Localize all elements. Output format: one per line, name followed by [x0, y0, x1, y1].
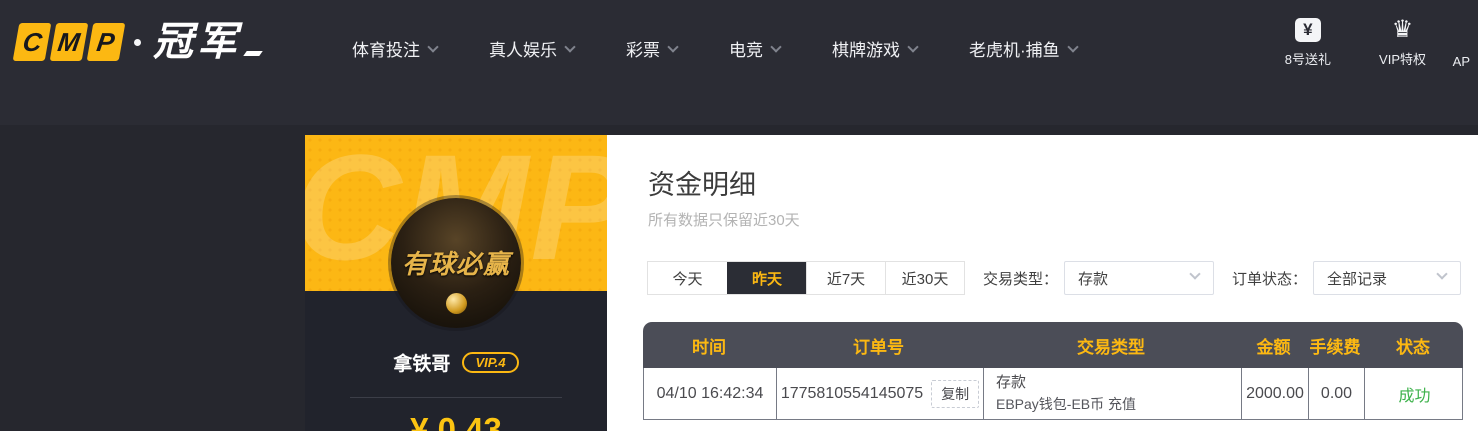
col-amount: 金额	[1256, 337, 1291, 357]
top-nav-bar: C M P 冠军 体育投注 真人娱乐 彩票 电竞 棋牌游戏 老虎机·捕鱼 ¥ 8…	[0, 0, 1478, 125]
logo-speed-mark	[243, 50, 263, 56]
chevron-down-icon	[427, 40, 439, 53]
order-status-label: 订单状态：	[1232, 270, 1308, 288]
col-order-no: 订单号	[853, 337, 904, 357]
nav-item-sports[interactable]: 体育投注	[352, 36, 439, 61]
transaction-type-label: 交易类型：	[983, 270, 1059, 288]
golden-ball-icon	[446, 293, 467, 314]
logo-tile: C	[12, 23, 52, 61]
logo-dot	[134, 38, 141, 46]
tab-last7days[interactable]: 近7天	[806, 262, 885, 294]
chevron-down-icon	[1189, 268, 1201, 280]
transactions-table: 时间 订单号 交易类型 金额 手续费 状态 04/10 16:42:34 177…	[643, 322, 1463, 420]
app-link-clipped[interactable]: AP	[1453, 54, 1470, 69]
page-title: 资金明细	[648, 170, 756, 200]
chevron-down-icon	[667, 40, 679, 53]
page-subtitle: 所有数据只保留近30天	[648, 212, 800, 229]
order-status-select[interactable]: 全部记录	[1313, 261, 1462, 295]
col-type: 交易类型	[1077, 337, 1145, 357]
col-time: 时间	[692, 337, 726, 357]
gift-day8-link[interactable]: ¥ 8号送礼	[1285, 18, 1331, 68]
vip-level-badge: VIP.4	[462, 352, 519, 373]
content-panel: 资金明细 所有数据只保留近30天 今天 昨天 近7天 近30天 交易类型： 存款…	[607, 135, 1478, 431]
nav-item-board-games[interactable]: 棋牌游戏	[832, 36, 919, 61]
chevron-down-icon	[770, 40, 782, 53]
cell-order-no: 1775810554145075 复制	[776, 368, 983, 419]
nav-item-lottery[interactable]: 彩票	[626, 36, 679, 61]
copy-button[interactable]: 复制	[931, 379, 980, 408]
filter-controls: 今天 昨天 近7天 近30天 交易类型： 存款 订单状态： 全部记录	[647, 261, 1462, 295]
col-fee: 手续费	[1309, 337, 1361, 357]
cell-time: 04/10 16:42:34	[656, 384, 764, 402]
table-row: 04/10 16:42:34 1775810554145075 复制 存款 EB…	[643, 368, 1463, 420]
crown-icon: ♛	[1391, 16, 1414, 43]
tab-today[interactable]: 今天	[648, 262, 727, 294]
cell-type: 存款 EBPay钱包-EB币 充值	[983, 368, 1241, 419]
order-number: 1775810554145075	[780, 384, 924, 402]
vip-privilege-link[interactable]: ♛ VIP特权	[1379, 18, 1426, 68]
date-range-tabs: 今天 昨天 近7天 近30天	[647, 261, 965, 295]
profile-sidebar: CMP 有球必赢 拿铁哥 VIP.4 ¥ 0.43	[305, 135, 607, 431]
account-balance: ¥ 0.43	[410, 411, 502, 431]
nav-item-slots-fishing[interactable]: 老虎机·捕鱼	[969, 36, 1079, 61]
transaction-type-select[interactable]: 存款	[1064, 261, 1215, 295]
header-quick-links: ¥ 8号送礼 ♛ VIP特权 AP	[1285, 18, 1470, 70]
logo-tile: P	[86, 23, 126, 61]
nav-item-live-casino[interactable]: 真人娱乐	[489, 36, 576, 61]
col-status: 状态	[1396, 337, 1430, 357]
avatar[interactable]: 有球必赢	[391, 198, 521, 328]
cell-fee: 0.00	[1308, 368, 1364, 419]
chevron-down-icon	[1067, 40, 1079, 53]
username: 拿铁哥	[393, 354, 451, 375]
cell-status: 成功	[1364, 368, 1464, 419]
chevron-down-icon	[564, 40, 576, 53]
tab-last30days[interactable]: 近30天	[885, 262, 964, 294]
main-nav: 体育投注 真人娱乐 彩票 电竞 棋牌游戏 老虎机·捕鱼	[352, 36, 1079, 61]
nav-item-esports[interactable]: 电竞	[729, 36, 782, 61]
logo-cmp-tiles: C M P	[12, 23, 126, 61]
divider	[350, 397, 562, 398]
logo-tile: M	[49, 23, 89, 61]
chevron-down-icon	[907, 40, 919, 53]
logo-brand-text: 冠军	[153, 20, 241, 64]
user-row: 拿铁哥 VIP.4	[305, 349, 607, 376]
cell-amount: 2000.00	[1241, 368, 1308, 419]
yen-gift-icon: ¥	[1294, 18, 1321, 42]
tab-yesterday[interactable]: 昨天	[727, 262, 806, 294]
table-header: 时间 订单号 交易类型 金额 手续费 状态	[643, 322, 1463, 368]
site-logo[interactable]: C M P 冠军	[12, 20, 263, 64]
page: C M P 冠军 体育投注 真人娱乐 彩票 电竞 棋牌游戏 老虎机·捕鱼 ¥ 8…	[0, 0, 1478, 431]
chevron-down-icon	[1436, 268, 1448, 280]
